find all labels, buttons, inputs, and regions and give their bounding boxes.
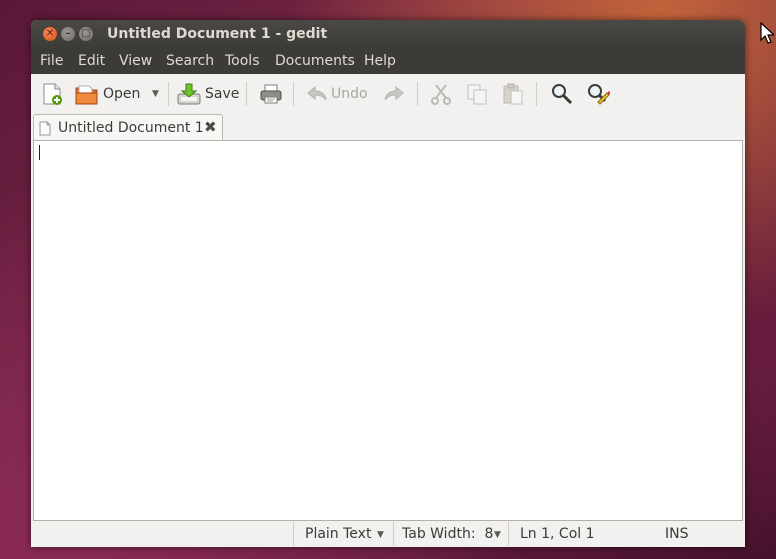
close-tab-icon[interactable]: ✖ (204, 118, 217, 136)
find-button[interactable] (550, 82, 574, 106)
gedit-window: ✕ – □ Untitled Document 1 - gedit File E… (31, 20, 745, 547)
tab-untitled-document-1[interactable]: Untitled Document 1 ✖ (33, 114, 223, 142)
mouse-pointer-icon (760, 22, 774, 44)
redo-button[interactable] (382, 82, 406, 106)
menu-help[interactable]: Help (364, 53, 396, 69)
tab-bar: Untitled Document 1 ✖ (31, 114, 745, 142)
text-editor[interactable] (33, 140, 743, 521)
print-button[interactable] (259, 82, 283, 106)
chevron-down-icon: ▼ (377, 530, 384, 540)
status-bar: Plain Text ▼ Tab Width: 8 ▼ Ln 1, Col 1 … (31, 522, 745, 547)
printer-icon (260, 84, 282, 104)
menu-view[interactable]: View (119, 53, 152, 69)
insert-mode-indicator: INS (665, 526, 689, 542)
save-button[interactable]: Save (176, 82, 239, 106)
open-folder-icon (75, 85, 98, 105)
scissors-icon (431, 84, 451, 105)
cursor-position: Ln 1, Col 1 (520, 526, 595, 542)
search-icon (552, 84, 573, 105)
menu-edit[interactable]: Edit (78, 53, 105, 69)
open-label: Open (103, 86, 141, 102)
menu-bar: File Edit View Search Tools Documents He… (31, 49, 745, 74)
open-button[interactable]: Open (74, 82, 140, 106)
paste-button[interactable] (501, 82, 525, 106)
new-document-icon (43, 83, 62, 105)
undo-button[interactable]: Undo (305, 82, 368, 106)
maximize-window-button[interactable]: □ (79, 27, 93, 41)
toolbar-separator (246, 82, 247, 106)
menu-file[interactable]: File (40, 53, 63, 69)
toolbar-separator (168, 82, 169, 106)
menu-search[interactable]: Search (166, 53, 214, 69)
language-label: Plain Text (305, 526, 372, 542)
undo-label: Undo (331, 86, 368, 102)
document-icon (39, 121, 51, 136)
chevron-down-icon: ▼ (152, 89, 159, 99)
language-selector[interactable]: Plain Text ▼ (293, 522, 394, 546)
tab-label: Untitled Document 1 (58, 120, 204, 136)
undo-arrow-icon (307, 85, 327, 101)
text-cursor (39, 145, 40, 160)
menu-tools[interactable]: Tools (225, 53, 260, 69)
close-window-button[interactable]: ✕ (43, 27, 57, 41)
paste-clipboard-icon (503, 83, 523, 105)
tab-width-selector[interactable]: Tab Width: 8 ▼ (393, 522, 509, 546)
tab-width-label: Tab Width: 8 (402, 526, 494, 542)
title-bar[interactable]: ✕ – □ Untitled Document 1 - gedit (31, 20, 745, 49)
copy-icon (467, 84, 487, 105)
menu-documents[interactable]: Documents (275, 53, 355, 69)
cut-button[interactable] (429, 82, 453, 106)
toolbar-separator (417, 82, 418, 106)
save-label: Save (205, 86, 240, 102)
minimize-window-button[interactable]: – (61, 27, 75, 41)
chevron-down-icon: ▼ (494, 530, 501, 540)
toolbar: Open ▼ Save Undo (31, 74, 745, 115)
redo-arrow-icon (384, 85, 404, 101)
copy-button[interactable] (465, 82, 489, 106)
new-document-button[interactable] (40, 82, 64, 106)
window-title: Untitled Document 1 - gedit (107, 26, 328, 42)
open-recent-dropdown[interactable]: ▼ (152, 82, 159, 106)
toolbar-separator (293, 82, 294, 106)
find-replace-icon (588, 84, 610, 105)
save-icon (177, 83, 201, 105)
find-replace-button[interactable] (586, 82, 610, 106)
toolbar-separator (536, 82, 537, 106)
